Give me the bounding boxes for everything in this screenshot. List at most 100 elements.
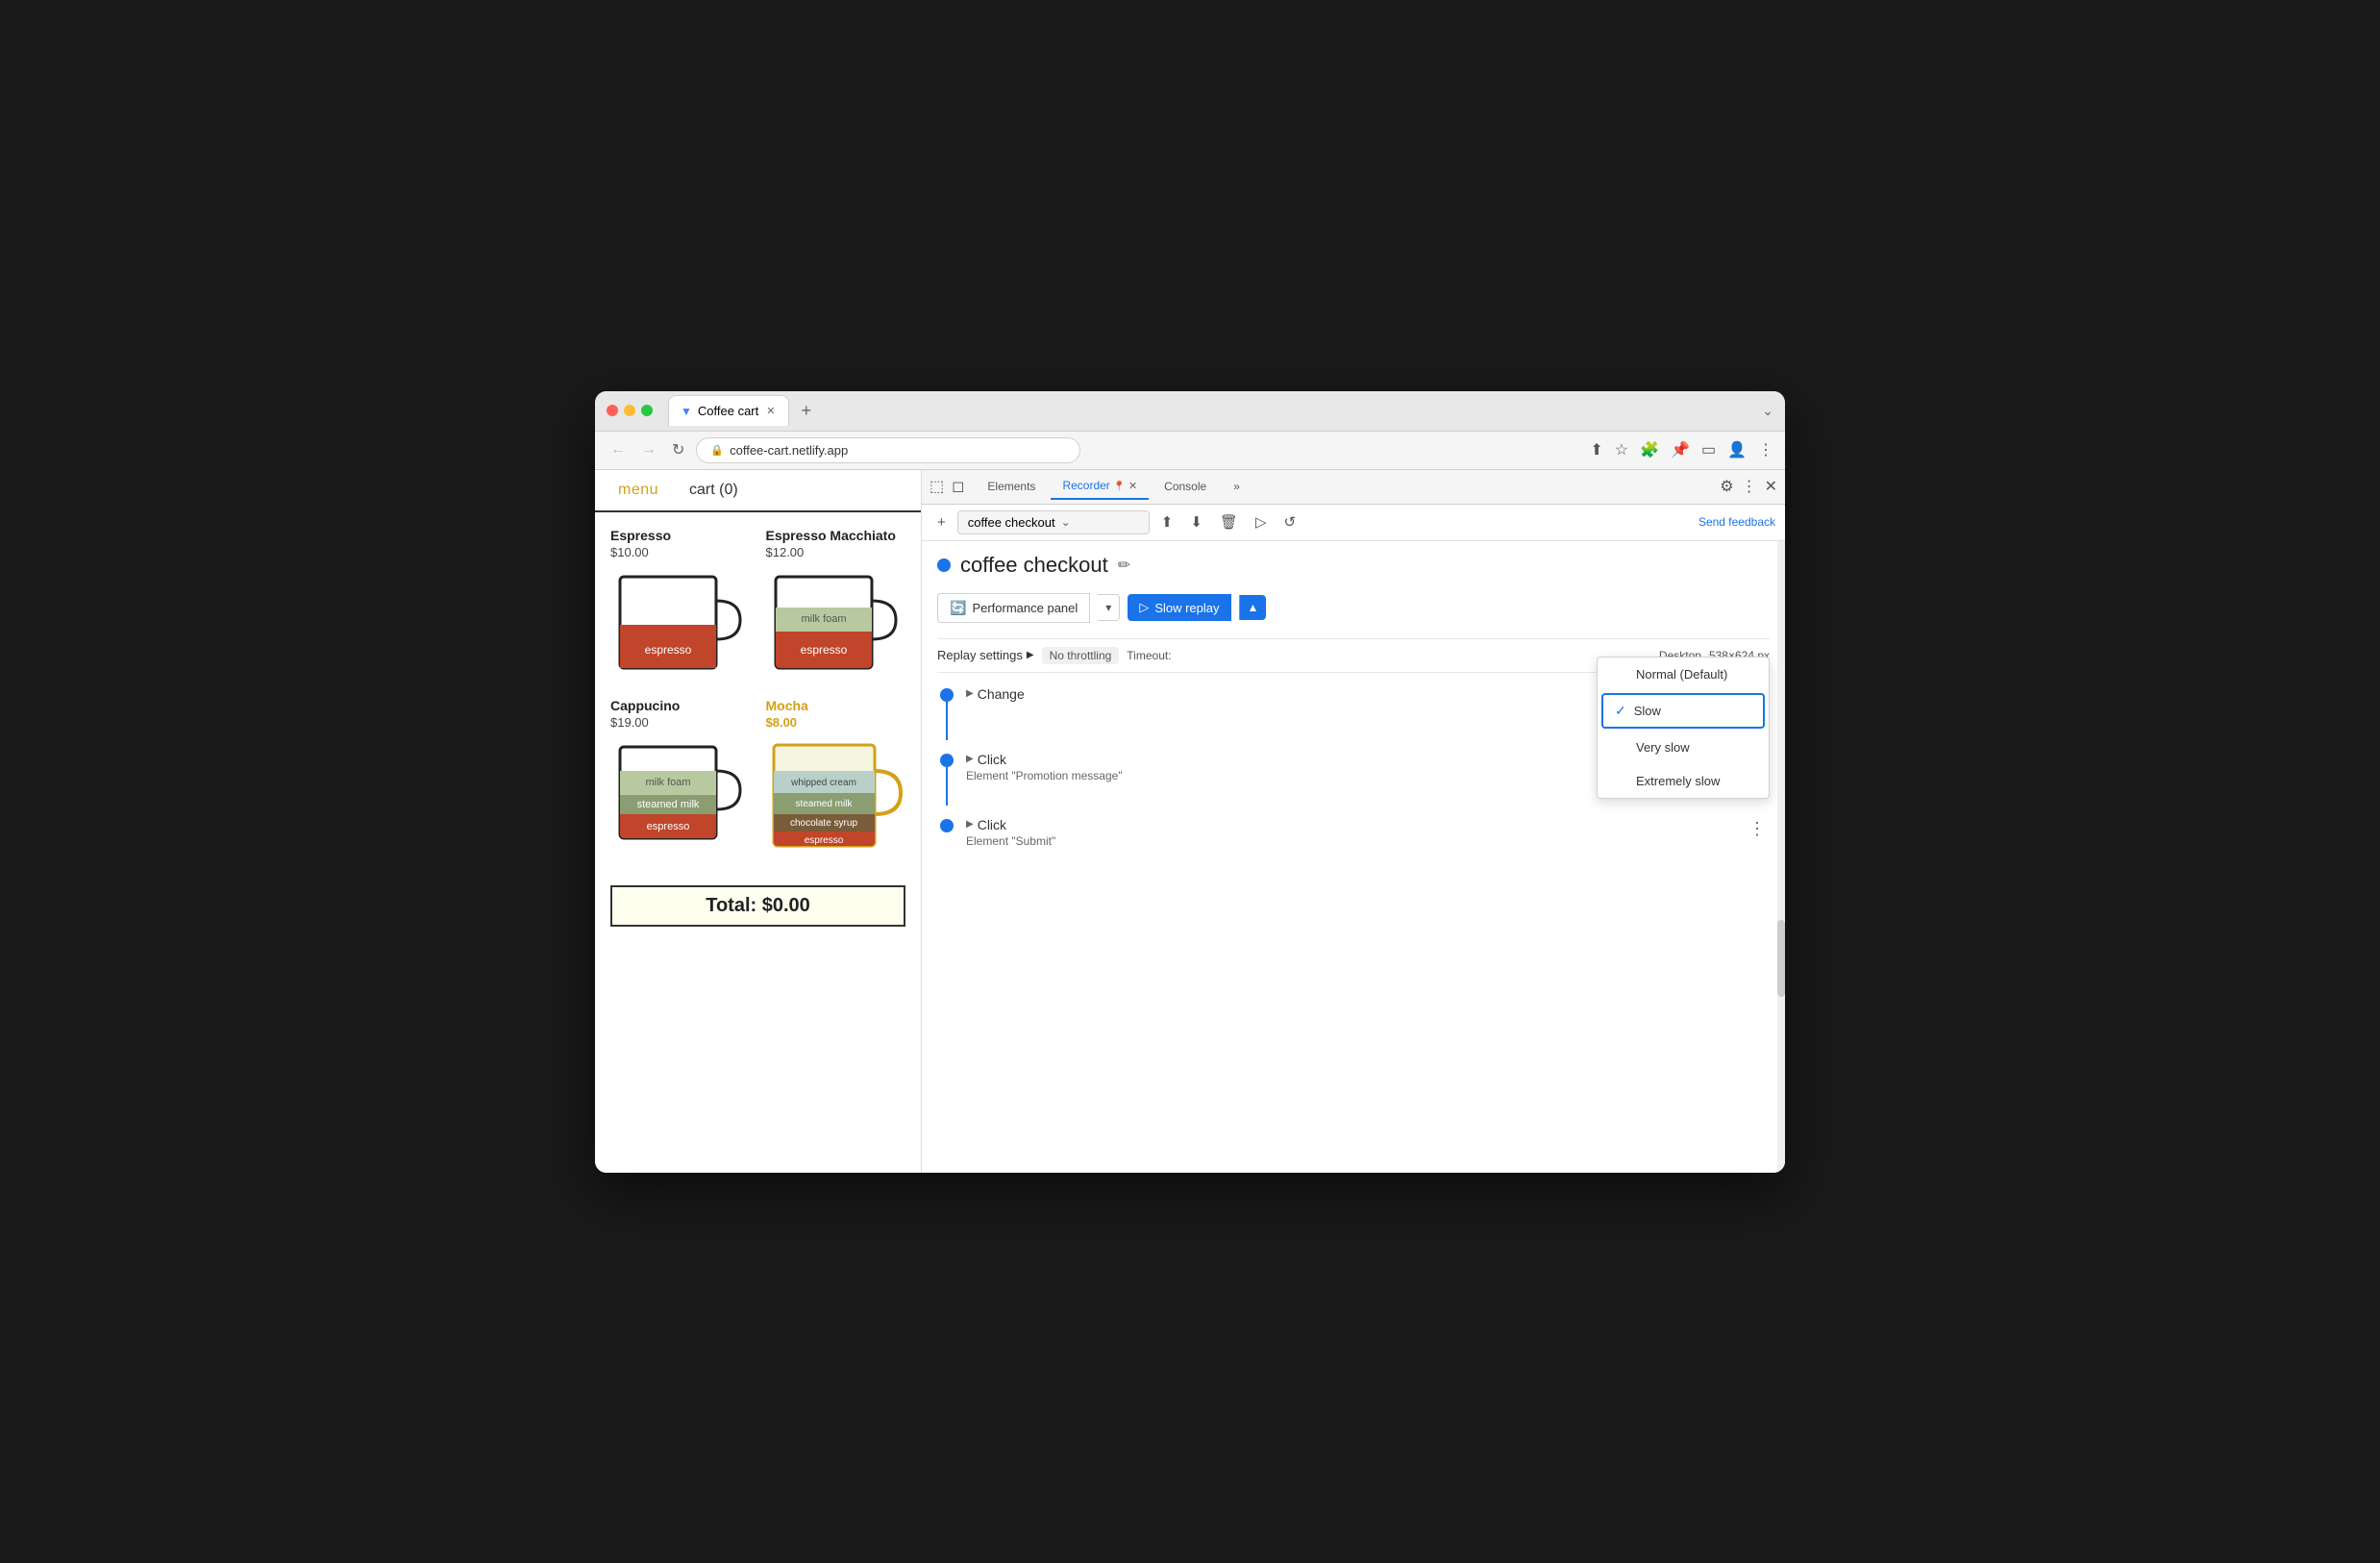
- more-icon[interactable]: ⋮: [1758, 440, 1773, 459]
- speed-option-extremely-slow[interactable]: Extremely slow: [1598, 764, 1769, 798]
- recording-status-dot: [937, 558, 951, 572]
- cast-icon[interactable]: ▭: [1701, 440, 1716, 459]
- coffee-price-cappucino: $19.00: [610, 715, 751, 730]
- svg-text:espresso: espresso: [804, 835, 843, 846]
- tab-recorder[interactable]: Recorder 📍 ✕: [1051, 473, 1149, 500]
- add-recording-button[interactable]: +: [931, 511, 952, 533]
- edit-title-icon[interactable]: ✏: [1118, 556, 1130, 575]
- nav-cart-link[interactable]: cart (0): [689, 482, 738, 499]
- recording-name-selector[interactable]: coffee checkout ⌄: [957, 510, 1150, 534]
- settings-icon[interactable]: ⚙: [1720, 477, 1733, 496]
- tab-elements[interactable]: Elements: [976, 474, 1047, 499]
- traffic-lights: [607, 405, 653, 416]
- new-tab-button[interactable]: +: [793, 397, 819, 425]
- speed-option-very-slow[interactable]: Very slow: [1598, 731, 1769, 764]
- tab-label: Coffee cart: [698, 404, 758, 418]
- browser-tab-active[interactable]: ▼ Coffee cart ✕: [668, 395, 789, 426]
- coffee-mug-cappucino: milk foam steamed milk espresso: [610, 737, 745, 853]
- maximize-traffic-light[interactable]: [641, 405, 653, 416]
- coffee-item-espresso-macchiato[interactable]: Espresso Macchiato $12.00 milk foam espr…: [766, 528, 906, 682]
- address-input[interactable]: 🔒 coffee-cart.netlify.app: [696, 437, 1080, 463]
- send-feedback-button[interactable]: Send feedback: [1698, 515, 1775, 529]
- coffee-price-macchiato: $12.00: [766, 545, 906, 559]
- total-banner: Total: $0.00: [610, 885, 905, 927]
- browser-window: ▼ Coffee cart ✕ + ⌄ ← → ↻ 🔒 coffee-cart.…: [595, 391, 1785, 1173]
- perf-panel-dropdown-button[interactable]: ▾: [1098, 594, 1120, 621]
- coffee-mug-mocha: whipped cream steamed milk chocolate syr…: [766, 737, 905, 862]
- speed-option-normal[interactable]: Normal (Default): [1598, 657, 1769, 691]
- tab-favicon-icon: ▼: [681, 405, 692, 418]
- step-title-click-submit[interactable]: ▶ Click: [966, 817, 1735, 832]
- share-icon[interactable]: ⬆: [1590, 440, 1602, 459]
- recording-header: coffee checkout ✏: [937, 553, 1770, 578]
- bookmark-icon[interactable]: ☆: [1615, 440, 1628, 459]
- chevron-down-icon[interactable]: ⌄: [1762, 403, 1773, 419]
- pin-icon[interactable]: 📌: [1671, 440, 1690, 459]
- svg-text:espresso: espresso: [800, 643, 847, 657]
- close-devtools-icon[interactable]: ✕: [1765, 477, 1777, 496]
- more-options-icon[interactable]: ⋮: [1742, 477, 1757, 496]
- step-line-2: [937, 752, 956, 806]
- slow-replay-button[interactable]: ▷ Slow replay: [1128, 594, 1230, 621]
- refresh-button[interactable]: ↻: [668, 436, 688, 463]
- step-content-click-submit: ▶ Click Element "Submit": [966, 817, 1735, 848]
- coffee-item-espresso[interactable]: Espresso $10.00 espresso: [610, 528, 751, 682]
- replay-settings-label[interactable]: Replay settings ▶: [937, 648, 1034, 662]
- step-arrow-click1: ▶: [966, 754, 974, 764]
- upload-button[interactable]: ⬆: [1155, 510, 1179, 533]
- title-bar: ▼ Coffee cart ✕ + ⌄: [595, 391, 1785, 432]
- slow-replay-play-icon: ▷: [1139, 600, 1149, 615]
- close-traffic-light[interactable]: [607, 405, 618, 416]
- scrollbar-thumb[interactable]: [1777, 920, 1785, 997]
- coffee-name-cappucino: Cappucino: [610, 698, 751, 713]
- scrollbar-track: [1777, 541, 1785, 1173]
- forward-button[interactable]: →: [637, 437, 660, 462]
- nav-menu-link[interactable]: menu: [618, 482, 658, 499]
- cursor-icon[interactable]: ⬚: [930, 477, 944, 496]
- step-menu-click-submit[interactable]: ⋮: [1745, 817, 1770, 841]
- svg-text:steamed milk: steamed milk: [795, 799, 853, 809]
- back-button[interactable]: ←: [607, 437, 630, 462]
- coffee-name-mocha: Mocha: [766, 698, 906, 713]
- coffee-price-mocha: $8.00: [766, 715, 906, 730]
- tab-close-icon[interactable]: ✕: [764, 403, 777, 419]
- step-desc-click-submit: Element "Submit": [966, 834, 1735, 848]
- play-button[interactable]: ▷: [1250, 510, 1273, 533]
- svg-text:milk foam: milk foam: [801, 613, 846, 625]
- svg-text:whipped cream: whipped cream: [790, 778, 856, 788]
- profile-icon[interactable]: 👤: [1727, 440, 1747, 459]
- svg-text:espresso: espresso: [645, 643, 692, 657]
- action-row: 🔄 Performance panel ▾ ▷ Slow replay ▲: [937, 593, 1770, 623]
- inspect-icon[interactable]: ◻: [952, 477, 964, 496]
- slow-replay-dropdown-button[interactable]: ▲: [1239, 595, 1267, 620]
- speed-option-slow[interactable]: ✓ Slow: [1601, 693, 1765, 729]
- step-connector-2: [946, 767, 948, 806]
- recording-title: coffee checkout: [960, 553, 1108, 578]
- coffee-item-mocha[interactable]: Mocha $8.00 whipped crea: [766, 698, 906, 862]
- tab-more[interactable]: »: [1222, 474, 1252, 499]
- recording-name-text: coffee checkout: [968, 515, 1055, 530]
- svg-text:milk foam: milk foam: [645, 777, 690, 788]
- browser-toolbar-icons: ⬆ ☆ 🧩 📌 ▭ 👤 ⋮: [1590, 440, 1773, 459]
- coffee-mug-espresso: espresso: [610, 567, 745, 682]
- performance-panel-button[interactable]: 🔄 Performance panel: [937, 593, 1090, 623]
- minimize-traffic-light[interactable]: [624, 405, 635, 416]
- step-line-3: [937, 817, 956, 832]
- tab-console[interactable]: Console: [1153, 474, 1218, 499]
- extension-icon[interactable]: 🧩: [1640, 440, 1659, 459]
- download-button[interactable]: ⬇: [1184, 510, 1208, 533]
- replay-settings-arrow: ▶: [1027, 650, 1034, 660]
- delete-button[interactable]: 🗑: [1214, 510, 1244, 533]
- step-connector-1: [946, 702, 948, 740]
- tab-recorder-close[interactable]: ✕: [1128, 481, 1137, 492]
- main-area: menu cart (0) Espresso $10.00: [595, 470, 1785, 1173]
- recording-dropdown-arrow[interactable]: ⌄: [1061, 515, 1071, 529]
- svg-text:chocolate syrup: chocolate syrup: [789, 818, 856, 829]
- tab-bar: ▼ Coffee cart ✕ +: [668, 395, 1754, 426]
- coffee-mug-macchiato: milk foam espresso: [766, 567, 901, 682]
- svg-text:steamed milk: steamed milk: [637, 799, 700, 810]
- coffee-item-cappucino[interactable]: Cappucino $19.00 milk foam steamed milk: [610, 698, 751, 862]
- coffee-name-espresso: Espresso: [610, 528, 751, 543]
- address-bar: ← → ↻ 🔒 coffee-cart.netlify.app ⬆ ☆ 🧩 📌 …: [595, 432, 1785, 470]
- history-button[interactable]: ↺: [1278, 510, 1302, 533]
